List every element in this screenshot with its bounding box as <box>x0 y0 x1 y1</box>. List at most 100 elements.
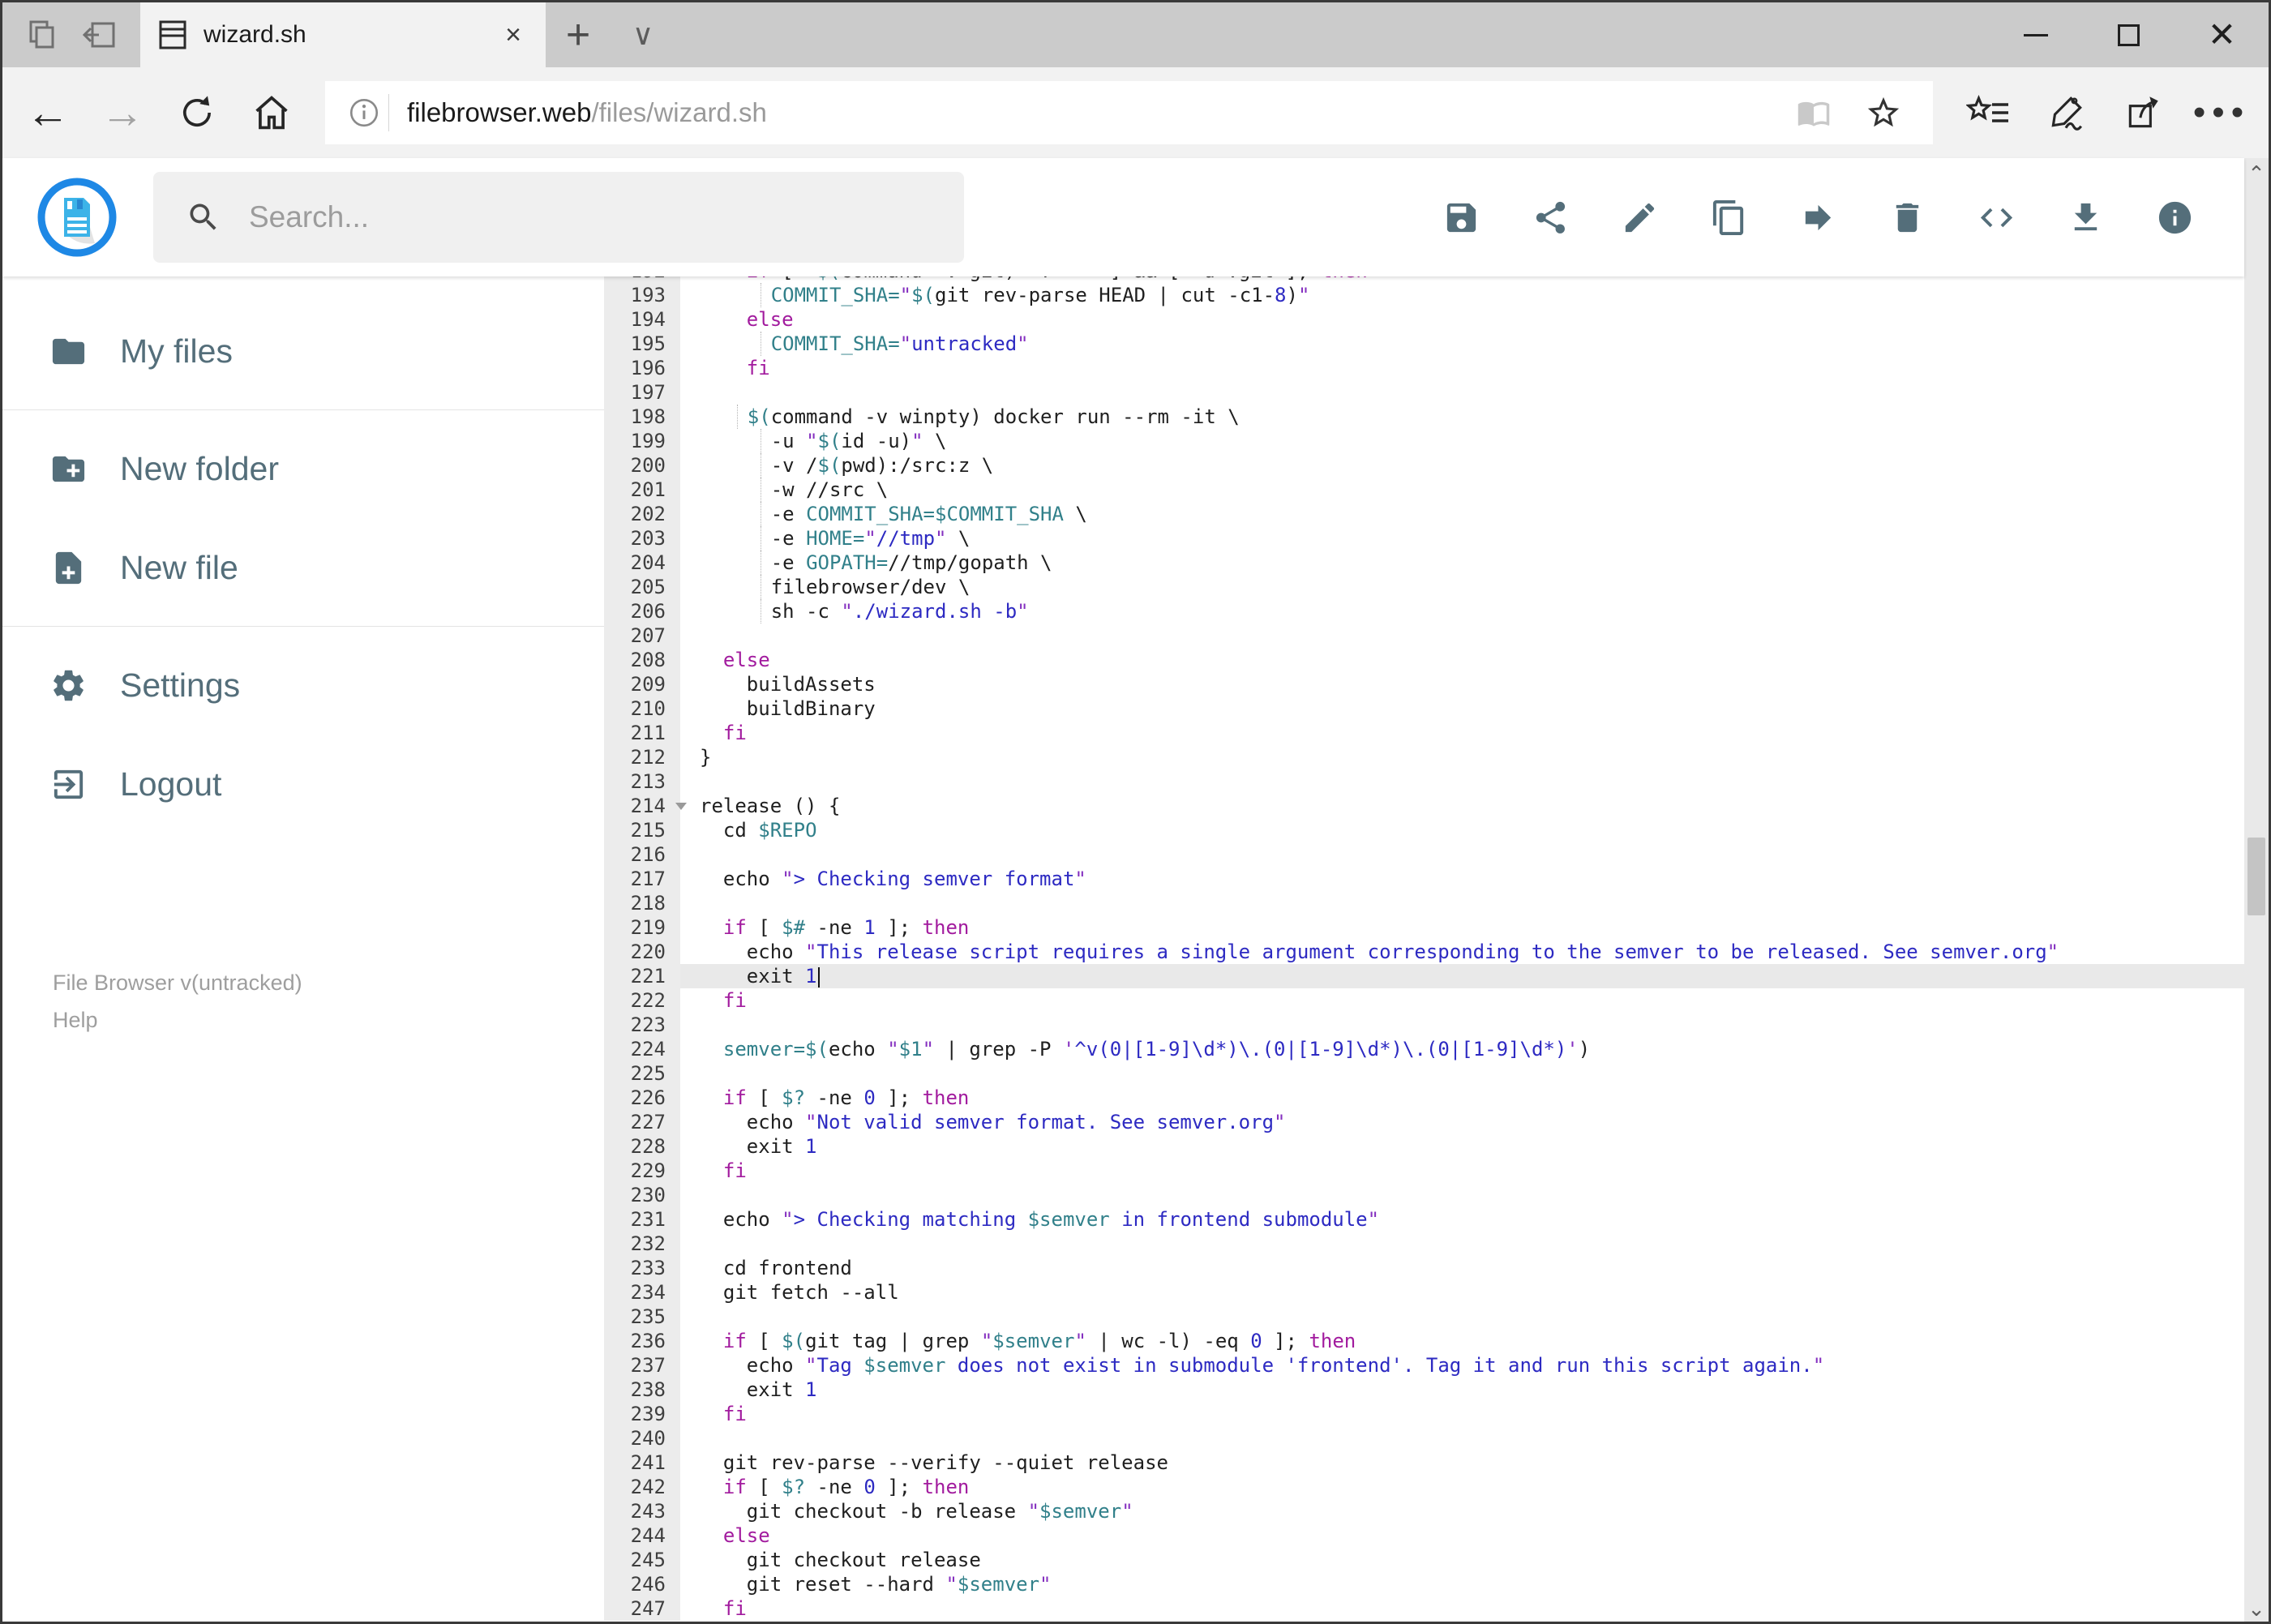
scrollbar-thumb[interactable] <box>2247 838 2265 915</box>
scroll-down-icon[interactable]: ⌄ <box>2244 1595 2269 1622</box>
code-line[interactable]: 210 buildBinary <box>604 696 2244 721</box>
favorite-star-icon[interactable] <box>1849 94 1918 131</box>
code-line[interactable]: 205 filebrowser/dev \ <box>604 575 2244 599</box>
tab-list-chevron-icon[interactable]: ∨ <box>611 2 675 67</box>
refresh-button[interactable] <box>160 75 234 150</box>
code-line[interactable]: 196 fi <box>604 356 2244 380</box>
search-input[interactable]: Search... <box>153 172 964 263</box>
code-line[interactable]: 241 git rev-parse --verify --quiet relea… <box>604 1450 2244 1475</box>
create-new-folder-icon <box>52 456 85 482</box>
code-line[interactable]: 224 semver=$(echo "$1" | grep -P '^v(0|[… <box>604 1037 2244 1061</box>
download-icon[interactable] <box>2067 199 2105 237</box>
code-line[interactable]: 246 git reset --hard "$semver" <box>604 1572 2244 1596</box>
code-line[interactable]: 204 -e GOPATH=//tmp/gopath \ <box>604 551 2244 575</box>
share-file-icon[interactable] <box>1532 199 1570 237</box>
code-line[interactable]: 212} <box>604 745 2244 769</box>
code-line[interactable]: 245 git checkout release <box>604 1548 2244 1572</box>
code-line[interactable]: 236 if [ $(git tag | grep "$semver" | wc… <box>604 1329 2244 1353</box>
edit-icon[interactable] <box>1621 199 1659 237</box>
code-line[interactable]: 227 echo "Not valid semver format. See s… <box>604 1110 2244 1134</box>
tab-close-icon[interactable]: × <box>499 19 528 51</box>
set-aside-tabs-icon[interactable] <box>26 19 58 51</box>
code-line[interactable]: 238 exit 1 <box>604 1378 2244 1402</box>
code-line[interactable]: 226 if [ $? -ne 0 ]; then <box>604 1086 2244 1110</box>
code-line[interactable]: 197 <box>604 380 2244 405</box>
back-button[interactable]: ← <box>11 75 85 150</box>
code-line[interactable]: 232 <box>604 1232 2244 1256</box>
code-line[interactable]: 198 $(command -v winpty) docker run --rm… <box>604 405 2244 429</box>
sidebar-item-my-files[interactable]: My files <box>2 309 604 393</box>
hub-favorites-icon[interactable] <box>1949 75 2027 150</box>
page-info-icon[interactable] <box>340 96 388 130</box>
delete-icon[interactable] <box>1888 199 1926 237</box>
close-button[interactable]: ✕ <box>2175 2 2269 67</box>
code-line[interactable]: 202 -e COMMIT_SHA=$COMMIT_SHA \ <box>604 502 2244 526</box>
code-line[interactable]: 222 fi <box>604 988 2244 1013</box>
code-line[interactable]: 199 -u "$(id -u)" \ <box>604 429 2244 453</box>
code-line[interactable]: 213 <box>604 769 2244 794</box>
sidebar-item-new-folder[interactable]: New folder <box>2 426 604 511</box>
code-line[interactable]: 230 <box>604 1183 2244 1207</box>
code-line[interactable]: 201 -w //src \ <box>604 478 2244 502</box>
maximize-button[interactable] <box>2082 2 2175 67</box>
new-tab-button[interactable]: + <box>546 2 611 67</box>
more-options-icon[interactable]: ••• <box>2183 75 2260 150</box>
page-scrollbar[interactable]: ⌃ ⌄ <box>2244 158 2269 1622</box>
code-line[interactable]: 220 echo "This release script requires a… <box>604 940 2244 964</box>
code-line[interactable]: 240 <box>604 1426 2244 1450</box>
filebrowser-logo-icon[interactable] <box>36 177 118 258</box>
sidebar-item-logout[interactable]: Logout <box>2 742 604 826</box>
code-editor[interactable]: 192 if [ "$(command -v git)" != "" ] && … <box>604 276 2244 1622</box>
tab-wizard-sh[interactable]: wizard.sh × <box>140 2 546 67</box>
code-line[interactable]: 208 else <box>604 648 2244 672</box>
code-line[interactable]: 209 buildAssets <box>604 672 2244 696</box>
save-icon[interactable] <box>1442 199 1480 237</box>
code-line[interactable]: 235 <box>604 1305 2244 1329</box>
code-line[interactable]: 211 fi <box>604 721 2244 745</box>
code-line[interactable]: 242 if [ $? -ne 0 ]; then <box>604 1475 2244 1499</box>
code-line[interactable]: 214 release () { <box>604 794 2244 818</box>
code-line[interactable]: 216 <box>604 842 2244 867</box>
code-line[interactable]: 231 echo "> Checking matching $semver in… <box>604 1207 2244 1232</box>
code-line[interactable]: 239 fi <box>604 1402 2244 1426</box>
address-bar[interactable]: filebrowser.web/files/wizard.sh <box>325 81 1933 144</box>
code-line[interactable]: 206 sh -c "./wizard.sh -b" <box>604 599 2244 623</box>
help-link[interactable]: Help <box>53 1001 302 1039</box>
code-line[interactable]: 192 if [ "$(command -v git)" != "" ] && … <box>604 276 2244 283</box>
code-line[interactable]: 195 COMMIT_SHA="untracked" <box>604 332 2244 356</box>
code-line[interactable]: 217 echo "> Checking semver format" <box>604 867 2244 891</box>
move-icon[interactable] <box>1799 199 1837 237</box>
code-line[interactable]: 229 fi <box>604 1159 2244 1183</box>
code-line[interactable]: 215 cd $REPO <box>604 818 2244 842</box>
code-line[interactable]: 237 echo "Tag $semver does not exist in … <box>604 1353 2244 1378</box>
code-view-icon[interactable] <box>1977 199 2016 237</box>
web-note-pen-icon[interactable] <box>2027 75 2105 150</box>
minimize-button[interactable] <box>1989 2 2082 67</box>
code-line[interactable]: 228 exit 1 <box>604 1134 2244 1159</box>
code-line[interactable]: 223 <box>604 1013 2244 1037</box>
code-line[interactable]: 194 else <box>604 307 2244 332</box>
code-line[interactable]: 219 if [ $# -ne 1 ]; then <box>604 915 2244 940</box>
url-text[interactable]: filebrowser.web/files/wizard.sh <box>407 97 1779 128</box>
copy-icon[interactable] <box>1710 199 1748 237</box>
code-line[interactable]: 247 fi <box>604 1596 2244 1621</box>
info-icon[interactable] <box>2156 199 2194 237</box>
sidebar-item-new-file[interactable]: New file <box>2 525 604 610</box>
code-line[interactable]: 200 -v /$(pwd):/src:z \ <box>604 453 2244 478</box>
code-line[interactable]: 203 -e HOME="//tmp" \ <box>604 526 2244 551</box>
code-line[interactable]: 218 <box>604 891 2244 915</box>
code-line[interactable]: 233 cd frontend <box>604 1256 2244 1280</box>
sidebar-item-settings[interactable]: Settings <box>2 643 604 727</box>
code-line[interactable]: 193 COMMIT_SHA="$(git rev-parse HEAD | c… <box>604 283 2244 307</box>
scroll-up-icon[interactable]: ⌃ <box>2244 160 2269 187</box>
reading-view-icon <box>1779 96 1849 130</box>
code-line[interactable]: 221 exit 1 <box>604 964 2244 988</box>
code-line[interactable]: 225 <box>604 1061 2244 1086</box>
share-icon[interactable] <box>2105 75 2183 150</box>
code-line[interactable]: 234 git fetch --all <box>604 1280 2244 1305</box>
home-button[interactable] <box>234 75 309 150</box>
restore-tabs-icon[interactable] <box>82 19 117 51</box>
code-line[interactable]: 244 else <box>604 1523 2244 1548</box>
code-line[interactable]: 207 <box>604 623 2244 648</box>
code-line[interactable]: 243 git checkout -b release "$semver" <box>604 1499 2244 1523</box>
